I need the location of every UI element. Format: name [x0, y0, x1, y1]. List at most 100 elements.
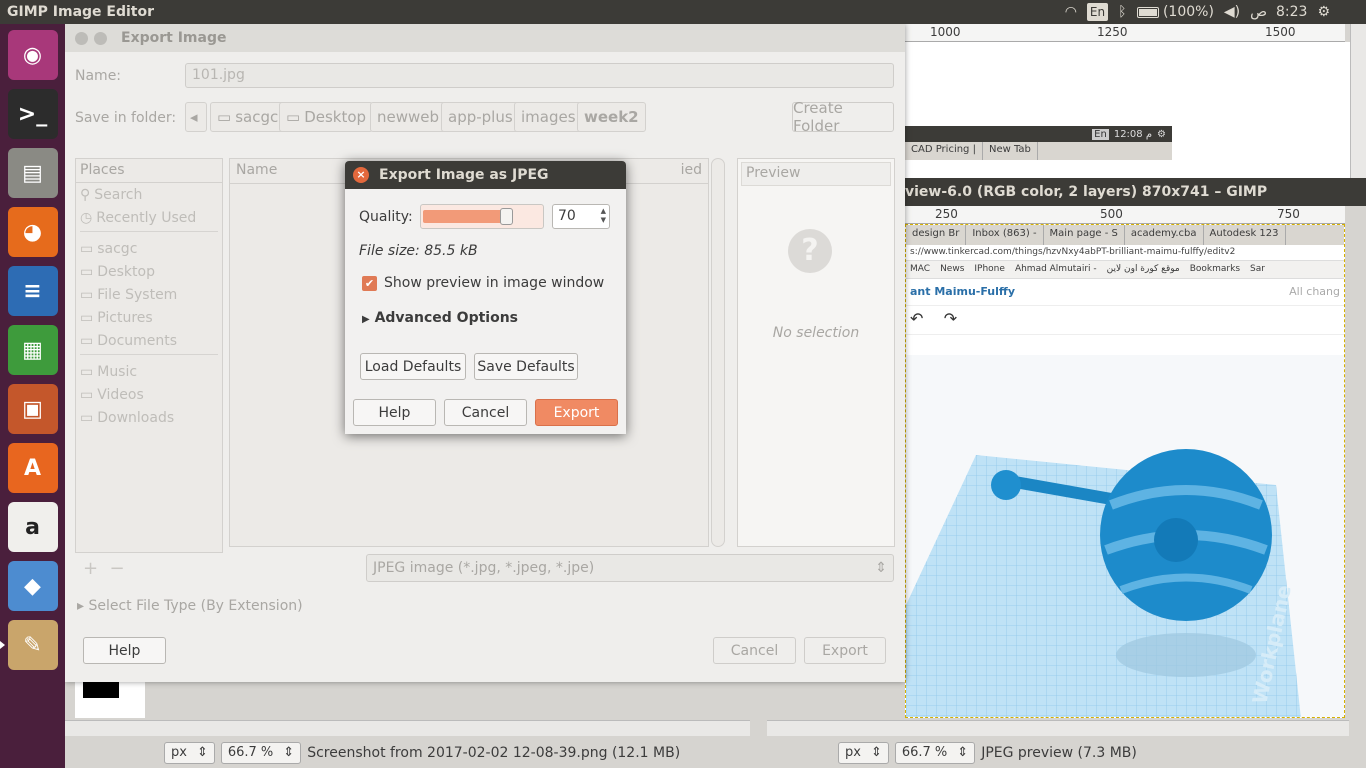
- dialog-title: Export Image: [121, 30, 227, 46]
- updown-icon: ⇕: [875, 560, 887, 576]
- preview-canvas[interactable]: design Br Inbox (863) - Main page - S ac…: [905, 224, 1345, 718]
- bluetooth-icon[interactable]: ᛒ: [1118, 3, 1126, 21]
- modified-column[interactable]: ied: [681, 162, 702, 180]
- place-label: File System: [97, 286, 178, 303]
- zoom-select[interactable]: 66.7 % ⇕: [220, 742, 302, 764]
- place-search[interactable]: ⚲ Search: [76, 183, 222, 206]
- desktop-icon: ▭: [286, 108, 301, 126]
- separator: [80, 231, 218, 235]
- crumb-app-plus[interactable]: app-plus: [441, 102, 520, 132]
- horizontal-scrollbar[interactable]: [767, 720, 1349, 736]
- folder-icon: ▭: [217, 108, 232, 126]
- places-panel: Places ⚲ Search ◷ Recently Used ▭ sacgc ▭ De…: [75, 158, 223, 553]
- place-documents[interactable]: ▭ Documents: [76, 329, 222, 352]
- crumb-newweb[interactable]: newweb: [370, 102, 447, 132]
- foreground-color[interactable]: [83, 680, 119, 698]
- gear-icon[interactable]: ⚙: [1317, 3, 1330, 21]
- browser-tab: Inbox (863) -: [966, 225, 1044, 245]
- writer-icon[interactable]: ≡: [7, 266, 58, 316]
- bookmark: News: [940, 264, 965, 274]
- horizontal-scrollbar[interactable]: [65, 720, 750, 736]
- select-file-type-expander[interactable]: ▸ Select File Type (By Extension): [77, 598, 303, 614]
- status-text: Screenshot from 2017-02-02 12-08-39.png …: [307, 745, 681, 761]
- impress-icon[interactable]: ▣: [7, 384, 58, 434]
- help-button[interactable]: Help: [83, 637, 166, 664]
- checkbox-checked-icon[interactable]: ✔: [362, 275, 377, 291]
- keyboard-layout-indicator[interactable]: En: [1086, 3, 1109, 21]
- app-stack-icon[interactable]: ◆: [7, 561, 58, 611]
- unit-value: px: [171, 745, 187, 760]
- firefox-icon[interactable]: ◕: [7, 207, 58, 257]
- quality-slider-handle[interactable]: [499, 208, 513, 225]
- load-defaults-button[interactable]: Load Defaults: [360, 353, 466, 380]
- indicator-area: ◠ En ᛒ (100%) ◀) ص 8:23 ⚙: [1065, 3, 1366, 21]
- close-icon[interactable]: ×: [353, 167, 369, 183]
- ubuntu-logo-icon[interactable]: ◉: [7, 30, 58, 80]
- folder-label: Save in folder:: [75, 110, 177, 126]
- add-bookmark-icon[interactable]: + −: [83, 558, 125, 579]
- workplane: Workplane: [906, 355, 1344, 717]
- gear-icon: ⚙: [1157, 128, 1166, 140]
- crumb-images[interactable]: images: [514, 102, 583, 132]
- quality-value: 70: [558, 208, 576, 224]
- volume-icon[interactable]: ◀): [1224, 3, 1240, 21]
- launcher: ◉ >_ ▤ ◕ ≡ ▦ ▣ Aa ◆ ✎: [0, 24, 65, 768]
- preview-panel: Preview ? No selection: [737, 158, 895, 547]
- place-label: Search: [94, 186, 143, 203]
- place-downloads[interactable]: ▭ Downloads: [76, 406, 222, 429]
- place-sacgc[interactable]: ▭ sacgc: [76, 237, 222, 260]
- advanced-options-label: Advanced Options: [374, 310, 518, 326]
- battery-indicator[interactable]: (100%): [1136, 3, 1214, 21]
- file-type-select[interactable]: JPEG image (*.jpg, *.jpeg, *.jpe) ⇕: [366, 554, 894, 582]
- gimp-icon[interactable]: ✎: [0, 620, 58, 670]
- save-defaults-button[interactable]: Save Defaults: [474, 353, 578, 380]
- minimize-icon[interactable]: [94, 31, 107, 45]
- bookmark: Ahmad Almutairi -: [1014, 264, 1097, 274]
- quality-slider-fill: [423, 210, 506, 223]
- cancel-button[interactable]: Cancel: [444, 399, 527, 426]
- ruler-tick: 250: [935, 207, 958, 221]
- clock[interactable]: ص 8:23: [1250, 3, 1307, 21]
- crumb-sacgc[interactable]: ▭ sacgc: [210, 102, 286, 132]
- show-preview-checkbox[interactable]: ✔ Show preview in image window: [362, 275, 604, 291]
- place-pictures[interactable]: ▭ Pictures: [76, 306, 222, 329]
- amazon-icon[interactable]: a: [7, 502, 58, 552]
- filename-input[interactable]: 101.jpg: [185, 63, 894, 88]
- name-column[interactable]: Name: [236, 162, 277, 180]
- crumb-week2[interactable]: week2: [577, 102, 646, 132]
- advanced-options-expander[interactable]: ▶ Advanced Options: [362, 310, 518, 326]
- place-videos[interactable]: ▭ Videos: [76, 383, 222, 406]
- create-folder-button[interactable]: Create Folder: [792, 99, 894, 135]
- place-desktop[interactable]: ▭ Desktop: [76, 260, 222, 283]
- bookmark: MAC: [910, 264, 931, 274]
- unit-select[interactable]: px ⇕: [164, 742, 215, 764]
- undo-icon: ↶: [910, 309, 924, 328]
- wifi-icon[interactable]: ◠: [1065, 3, 1077, 21]
- place-filesystem[interactable]: ▭ File System: [76, 283, 222, 306]
- crumb-desktop[interactable]: ▭ Desktop: [279, 102, 374, 132]
- ruler-tick: 1000: [930, 25, 961, 39]
- spin-arrows-icon[interactable]: ▲ ▼: [601, 207, 606, 225]
- place-recent[interactable]: ◷ Recently Used: [76, 206, 222, 229]
- terminal-icon[interactable]: >_: [7, 89, 58, 139]
- zoom-select[interactable]: 66.7 % ⇕: [894, 742, 976, 764]
- export-button[interactable]: Export: [804, 637, 886, 664]
- zoom-value: 66.7 %: [901, 745, 948, 760]
- ruler-tick: 1250: [1097, 25, 1128, 39]
- crumb-left-arrow[interactable]: ◂: [185, 102, 207, 132]
- software-center-icon[interactable]: A: [7, 443, 58, 493]
- help-button[interactable]: Help: [353, 399, 436, 426]
- unit-select[interactable]: px ⇕: [838, 742, 889, 764]
- redo-icon: ↷: [943, 309, 958, 328]
- export-button[interactable]: Export: [535, 399, 618, 426]
- show-preview-label: Show preview in image window: [384, 275, 605, 291]
- files-icon[interactable]: ▤: [7, 148, 58, 198]
- quality-slider[interactable]: [420, 204, 544, 229]
- close-icon[interactable]: [75, 31, 88, 45]
- calc-icon[interactable]: ▦: [7, 325, 58, 375]
- quality-label: Quality:: [359, 209, 413, 225]
- place-music[interactable]: ▭ Music: [76, 360, 222, 383]
- cancel-button[interactable]: Cancel: [713, 637, 796, 664]
- quality-spinbox[interactable]: 70 ▲ ▼: [552, 204, 610, 229]
- file-list-scrollbar[interactable]: [711, 158, 725, 547]
